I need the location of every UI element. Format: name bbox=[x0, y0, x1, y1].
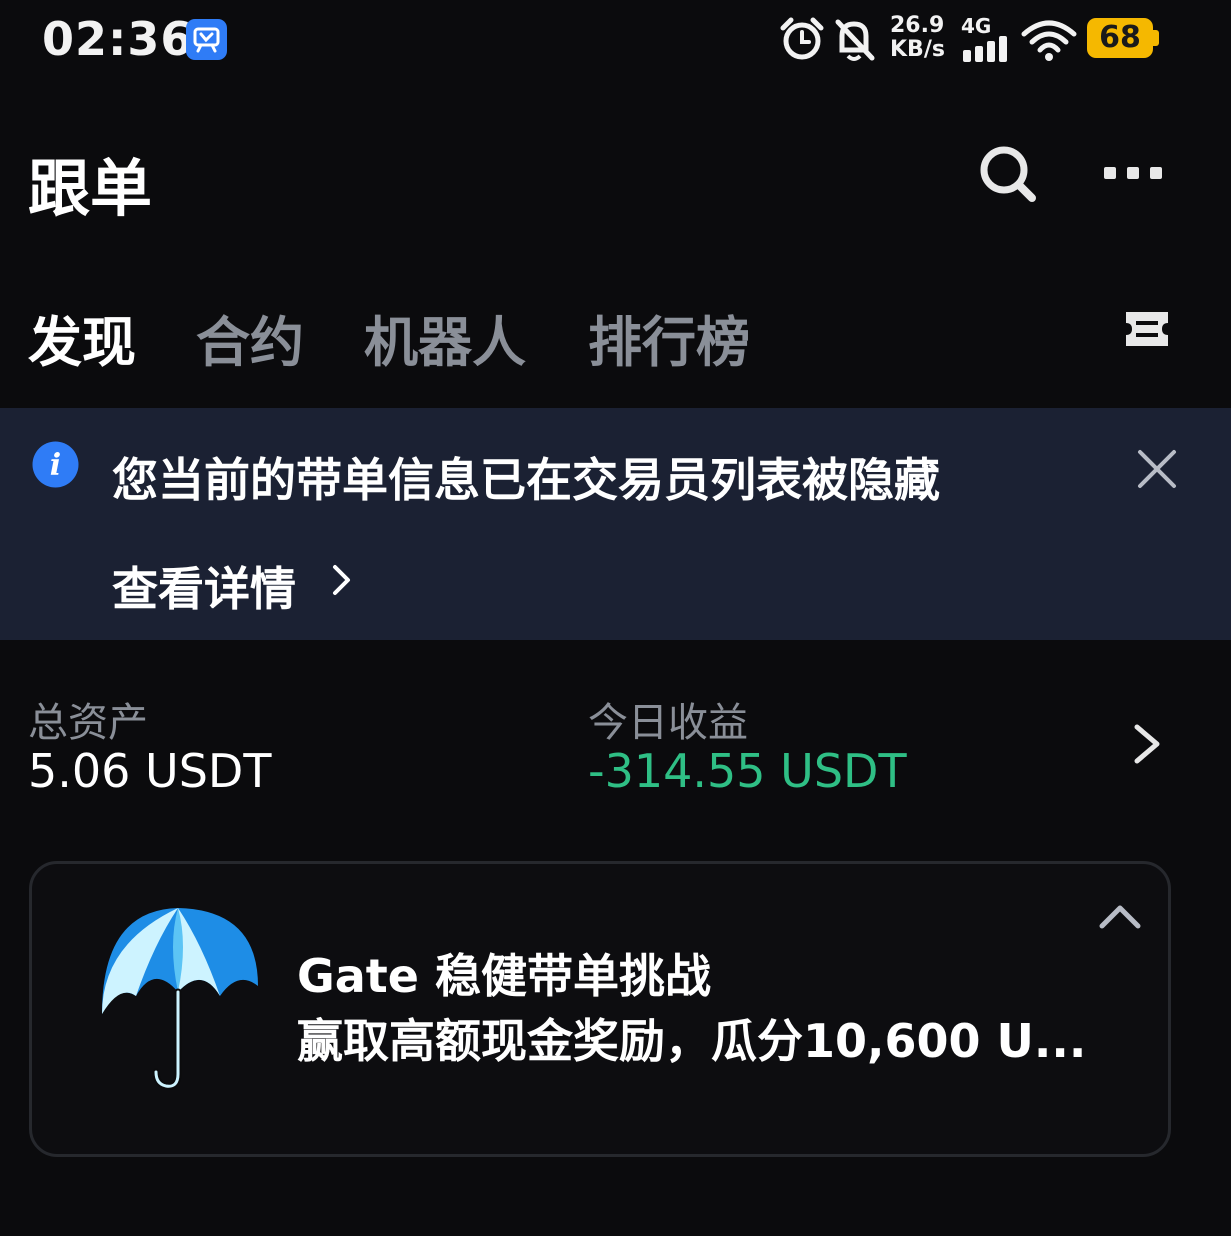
today-pnl-value: -314.55 USDT bbox=[588, 744, 907, 798]
status-time: 02:36 bbox=[42, 12, 194, 66]
network-speed-value: 26.9 bbox=[890, 13, 945, 38]
tab-contract[interactable]: 合约 bbox=[196, 298, 304, 377]
close-icon[interactable] bbox=[1136, 448, 1178, 494]
battery-tip bbox=[1153, 30, 1159, 46]
alarm-icon bbox=[778, 16, 826, 66]
ticket-icon[interactable] bbox=[1122, 308, 1172, 354]
tab-discover[interactable]: 发现 bbox=[28, 298, 136, 377]
network-type: 4G bbox=[961, 14, 992, 38]
network-speed-unit: KB/s bbox=[890, 37, 945, 62]
battery-indicator: 68 bbox=[1087, 18, 1153, 58]
more-icon[interactable] bbox=[1102, 164, 1164, 186]
promo-title: Gate 稳健带单挑战 bbox=[297, 949, 711, 1003]
signal-icon bbox=[963, 36, 1011, 66]
search-icon[interactable] bbox=[978, 144, 1038, 208]
chevron-right-icon bbox=[330, 562, 354, 602]
view-details-label: 查看详情 bbox=[112, 562, 296, 616]
network-speed: 26.9 KB/s bbox=[890, 14, 945, 62]
total-assets-label: 总资产 bbox=[28, 700, 148, 746]
today-pnl-label: 今日收益 bbox=[588, 700, 748, 746]
chevron-up-icon[interactable] bbox=[1098, 902, 1142, 936]
app-notification-icon bbox=[186, 19, 227, 60]
wifi-icon bbox=[1020, 18, 1078, 66]
notice-message: 您当前的带单信息已在交易员列表被隐藏 bbox=[112, 453, 940, 507]
bell-off-icon bbox=[832, 16, 876, 66]
total-assets-value: 5.06 USDT bbox=[28, 744, 272, 798]
svg-text:i: i bbox=[50, 448, 61, 483]
promo-subtitle: 赢取高额现金奖励，瓜分10,600 U... bbox=[297, 1014, 1087, 1068]
page-title: 跟单 bbox=[28, 152, 153, 225]
tab-bot[interactable]: 机器人 bbox=[364, 298, 526, 377]
assets-chevron-right-icon[interactable] bbox=[1130, 722, 1164, 770]
info-icon: i bbox=[32, 441, 79, 492]
tab-leaderboard[interactable]: 排行榜 bbox=[588, 298, 750, 377]
umbrella-icon bbox=[98, 904, 262, 1094]
view-details-link[interactable]: 查看详情 bbox=[112, 553, 296, 619]
